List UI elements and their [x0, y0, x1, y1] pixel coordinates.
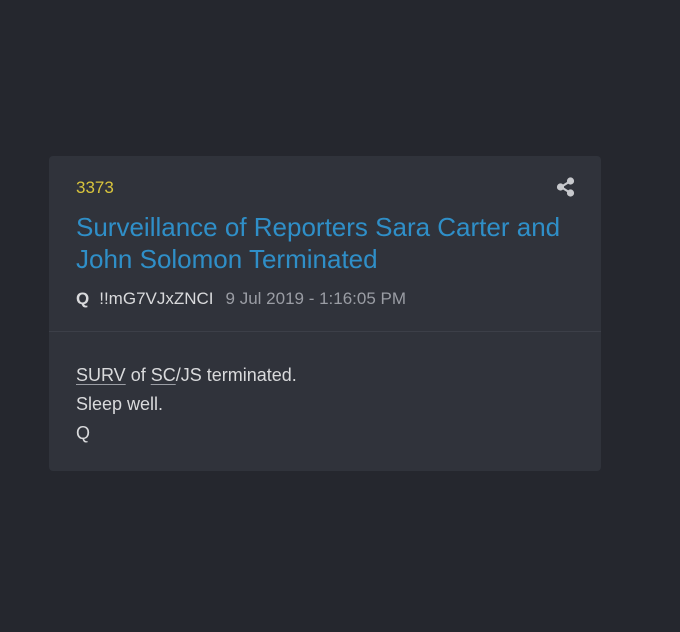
post-header: 3373 Surveillance of Reporters Sara Cart…: [49, 156, 601, 332]
post-meta: Q !!mG7VJxZNCI 9 Jul 2019 - 1:16:05 PM: [76, 289, 406, 309]
body-line-3: Q: [76, 423, 91, 443]
abbr-surv: SURV: [76, 365, 126, 385]
abbr-sc: SC: [150, 365, 176, 385]
post-title[interactable]: Surveillance of Reporters Sara Carter an…: [76, 211, 586, 275]
post-card: 3373 Surveillance of Reporters Sara Cart…: [49, 156, 601, 471]
post-date: 9 Jul 2019 - 1:16:05 PM: [225, 289, 407, 308]
post-author: Q: [76, 289, 90, 308]
body-line-1: SURV of SC/JS terminated.: [76, 361, 297, 390]
post-tripcode: !!mG7VJxZNCI: [99, 289, 214, 308]
body-text: of: [125, 365, 151, 385]
share-icon[interactable]: [555, 176, 577, 198]
body-text: /JS terminated.: [175, 365, 297, 385]
body-line-2: Sleep well.: [76, 394, 164, 414]
post-body: SURV of SC/JS terminated. Sleep well. Q: [76, 361, 297, 448]
post-number: 3373: [76, 178, 114, 197]
